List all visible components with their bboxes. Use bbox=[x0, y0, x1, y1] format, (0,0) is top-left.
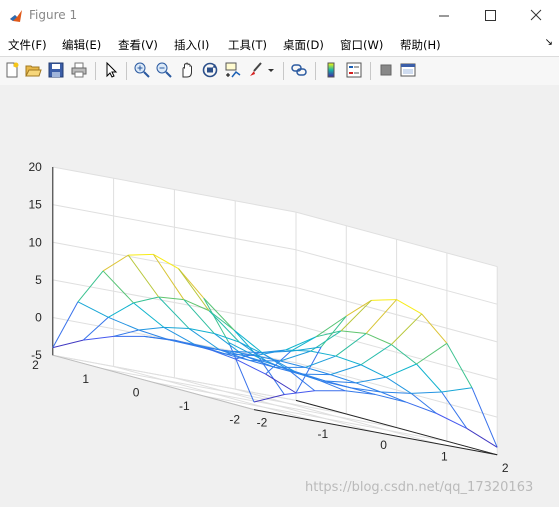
z-tick-label: 20 bbox=[28, 160, 42, 174]
new-figure-icon[interactable] bbox=[3, 61, 21, 79]
y-tick-label: 1 bbox=[82, 372, 89, 386]
menu-tools[interactable]: 工具(T) bbox=[228, 37, 267, 53]
menu-edit[interactable]: 编辑(E) bbox=[62, 37, 101, 53]
colorbar-icon[interactable] bbox=[322, 61, 340, 79]
zoom-out-icon[interactable] bbox=[155, 61, 173, 79]
toolbar-separator bbox=[370, 62, 371, 80]
menu-file[interactable]: 文件(F) bbox=[8, 37, 47, 53]
y-tick-label: -2 bbox=[229, 413, 240, 427]
maximize-button[interactable] bbox=[467, 0, 513, 32]
menu-overflow-icon[interactable]: ↘ bbox=[545, 37, 553, 48]
figure-canvas[interactable]: -2 -1 0 1 2 -2 -1 0 1 2 -5 0 5 10 15 20 https://blog.cs… bbox=[0, 85, 559, 507]
minimize-button[interactable] bbox=[421, 0, 467, 32]
data-cursor-icon[interactable] bbox=[224, 61, 242, 79]
x-tick-label: -2 bbox=[257, 416, 268, 430]
toolbar-separator bbox=[283, 62, 284, 80]
menu-help[interactable]: 帮助(H) bbox=[400, 37, 441, 53]
pan-icon[interactable] bbox=[178, 61, 196, 79]
watermark-text: https://blog.csdn.net/qq_17320163 bbox=[305, 480, 534, 495]
show-plot-tools-icon[interactable] bbox=[399, 61, 417, 79]
x-tick-label: 0 bbox=[380, 438, 387, 452]
minimize-icon bbox=[439, 15, 449, 17]
z-tick-label: 15 bbox=[28, 198, 42, 212]
y-tick-label: -1 bbox=[179, 399, 190, 413]
hide-plot-tools-icon[interactable] bbox=[377, 61, 395, 79]
toolbar-separator bbox=[95, 62, 96, 80]
x-tick-label: 2 bbox=[502, 461, 509, 475]
zoom-in-icon[interactable] bbox=[133, 61, 151, 79]
menu-view[interactable]: 查看(V) bbox=[118, 37, 158, 53]
window-title: Figure 1 bbox=[29, 8, 78, 22]
matlab-logo-icon bbox=[9, 8, 23, 23]
toolbar-separator bbox=[315, 62, 316, 80]
z-tick-label: 10 bbox=[28, 235, 42, 249]
legend-icon[interactable] bbox=[345, 61, 363, 79]
z-tick-label: -5 bbox=[31, 348, 42, 362]
brush-icon[interactable] bbox=[247, 61, 265, 79]
menu-desktop[interactable]: 桌面(D) bbox=[283, 37, 324, 53]
y-tick-label: 0 bbox=[133, 385, 140, 399]
menu-insert[interactable]: 插入(I) bbox=[174, 37, 209, 53]
z-tick-label: 5 bbox=[35, 273, 42, 287]
menu-bar: 文件(F) 编辑(E) 查看(V) 插入(I) 工具(T) 桌面(D) 窗口(W… bbox=[0, 32, 559, 56]
maximize-icon bbox=[485, 10, 496, 21]
link-plot-icon[interactable] bbox=[290, 61, 308, 79]
x-tick-label: 1 bbox=[441, 450, 448, 464]
surface-plot[interactable]: -2-1012-2-1012-505101520 bbox=[0, 85, 559, 507]
x-tick-label: -1 bbox=[317, 427, 328, 441]
figure-toolbar bbox=[0, 56, 559, 86]
title-bar: Figure 1 bbox=[0, 0, 559, 32]
z-tick-label: 0 bbox=[35, 311, 42, 325]
open-file-icon[interactable] bbox=[24, 61, 42, 79]
pointer-icon[interactable] bbox=[102, 61, 120, 79]
print-icon[interactable] bbox=[70, 61, 88, 79]
save-icon[interactable] bbox=[47, 61, 65, 79]
brush-dropdown-icon[interactable] bbox=[266, 61, 276, 79]
rotate-3d-icon[interactable] bbox=[201, 61, 219, 79]
toolbar-separator bbox=[126, 62, 127, 80]
close-button[interactable] bbox=[513, 0, 559, 32]
menu-window[interactable]: 窗口(W) bbox=[340, 37, 383, 53]
close-icon bbox=[530, 9, 542, 21]
